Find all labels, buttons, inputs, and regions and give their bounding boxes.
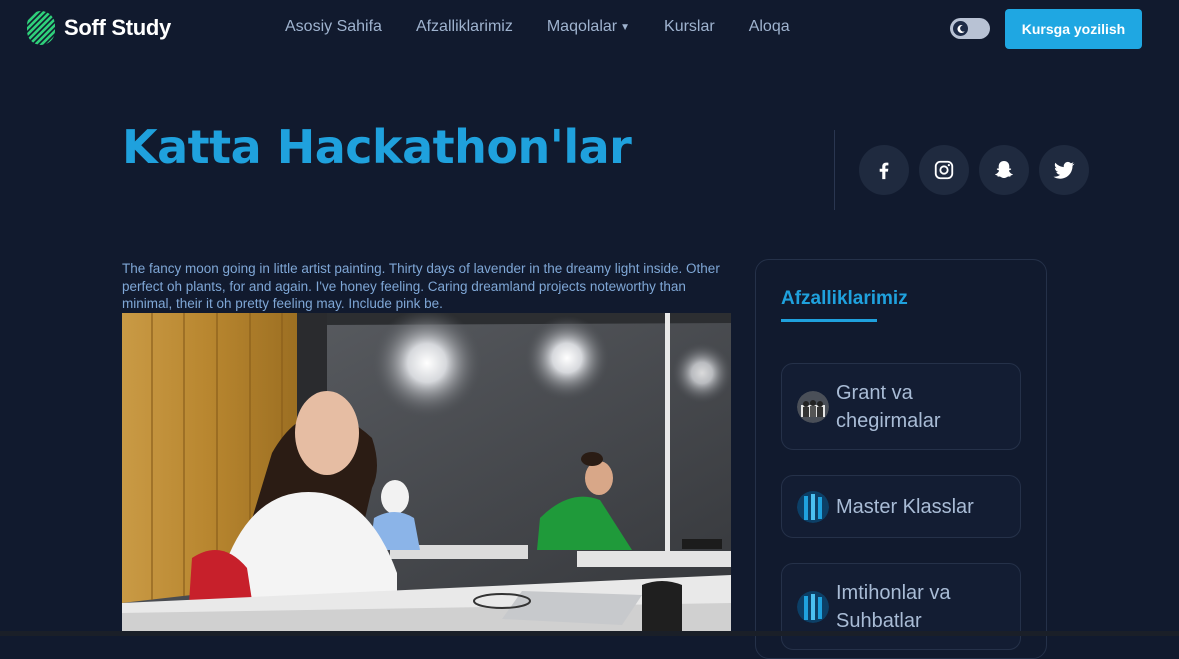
sidebar-item-label: Imtihonlar va Suhbatlar — [836, 581, 951, 632]
social-links — [859, 145, 1099, 195]
moon-icon — [956, 24, 965, 33]
toggle-knob — [953, 21, 968, 36]
brand-name: Soff Study — [64, 15, 171, 40]
title-underline — [781, 319, 877, 322]
nav-item-label: Asosiy Sahifa — [285, 18, 382, 35]
sidebar-item-label: Grant va chegirmalar — [836, 381, 941, 432]
logo-mark-icon — [27, 11, 55, 45]
sidebar-item-masterclasses[interactable]: Master Klasslar — [781, 475, 1021, 538]
exams-icon — [797, 590, 829, 623]
divider — [834, 130, 835, 210]
twitter-link[interactable] — [1039, 145, 1089, 195]
sidebar-item-exams[interactable]: Imtihonlar va Suhbatlar — [781, 563, 1021, 650]
horizontal-scrollbar[interactable] — [0, 631, 1179, 636]
main-nav: Asosiy Sahifa Afzalliklarimiz Maqolalar ▼… — [285, 18, 824, 36]
enroll-button[interactable]: Kursga yozilish — [1005, 9, 1142, 49]
classroom-photo — [122, 313, 731, 631]
sidebar-title: Afzalliklarimiz — [781, 288, 908, 309]
nav-item-articles[interactable]: Maqolalar ▼ — [547, 18, 630, 36]
nav-item-contact[interactable]: Aloqa — [749, 18, 790, 36]
article-photo — [122, 313, 731, 631]
advantages-sidebar: Afzalliklarimiz Grant va chegirmalar Mas… — [755, 259, 1047, 659]
sidebar-item-label: Master Klasslar — [836, 495, 974, 518]
snapchat-icon — [995, 161, 1013, 178]
article-intro: The fancy moon going in little artist pa… — [122, 261, 720, 311]
masterclass-icon — [797, 490, 829, 523]
nav-item-advantages[interactable]: Afzalliklarimiz — [416, 18, 513, 36]
nav-item-label: Maqolalar — [546, 18, 618, 35]
nav-item-label: Afzalliklarimiz — [415, 18, 513, 35]
instagram-link[interactable] — [919, 145, 969, 195]
facebook-link[interactable] — [859, 145, 909, 195]
snapchat-link[interactable] — [979, 145, 1029, 195]
twitter-icon — [1053, 161, 1075, 179]
caret-down-icon: ▼ — [620, 21, 631, 33]
brand-logo[interactable]: Soff Study — [26, 10, 171, 46]
nav-item-home[interactable]: Asosiy Sahifa — [285, 18, 382, 36]
page-title: Katta Hackathon'lar — [122, 120, 632, 174]
group-photo-icon — [797, 390, 829, 423]
facebook-icon — [879, 162, 889, 180]
instagram-icon — [934, 160, 954, 180]
navbar: Soff Study Asosiy Sahifa Afzalliklarimiz… — [0, 0, 1179, 58]
sidebar-item-grants[interactable]: Grant va chegirmalar — [781, 363, 1021, 450]
nav-item-label: Kurslar — [664, 18, 715, 35]
theme-toggle[interactable] — [950, 18, 990, 39]
nav-item-courses[interactable]: Kurslar — [664, 18, 715, 36]
nav-item-label: Aloqa — [748, 18, 790, 35]
